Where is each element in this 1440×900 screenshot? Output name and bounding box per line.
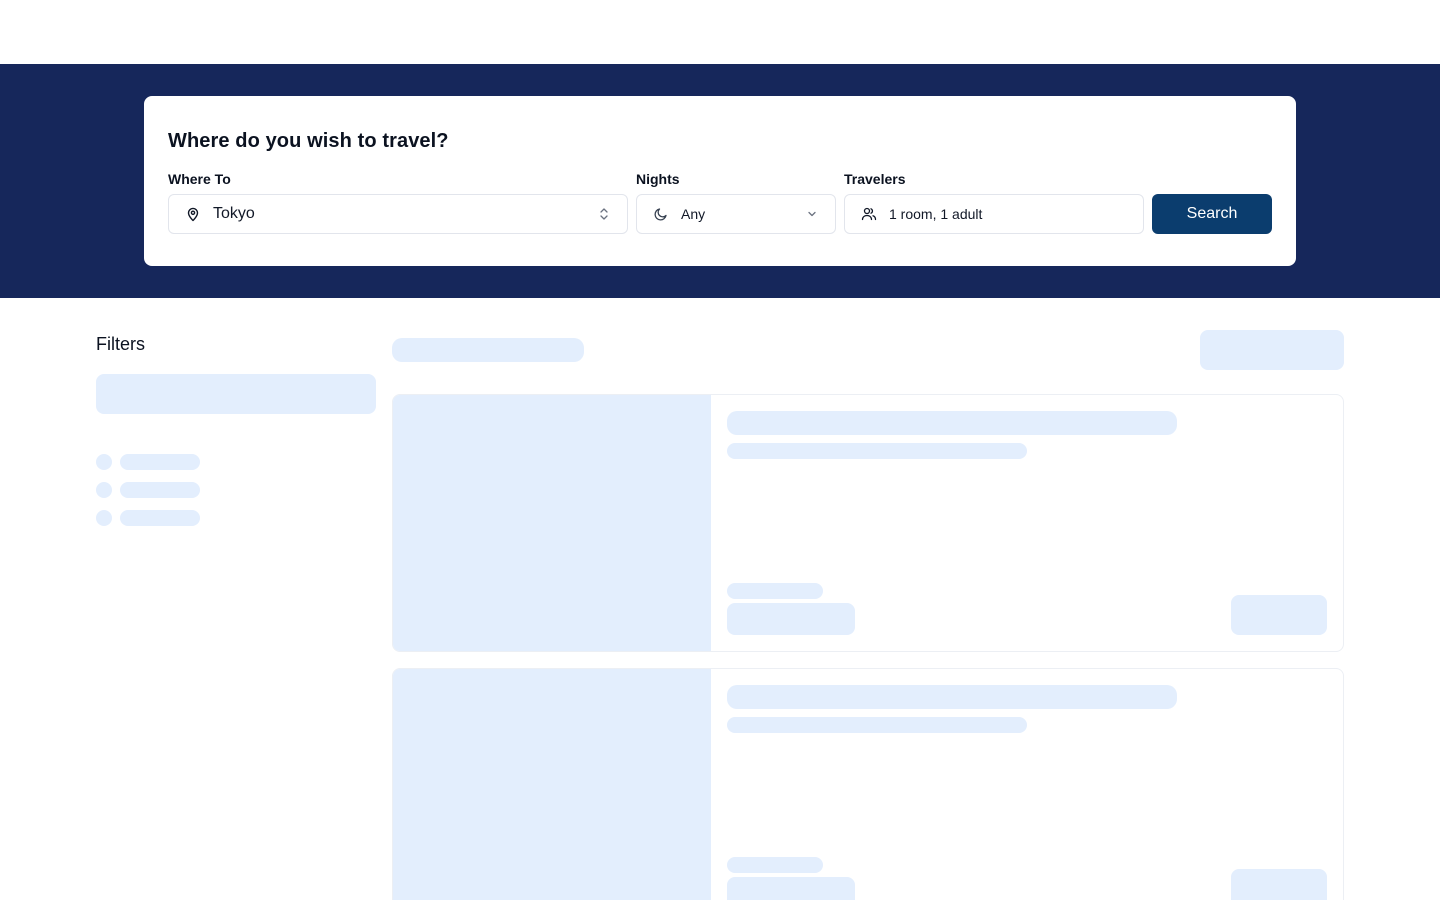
where-to-select[interactable]: Tokyo — [168, 194, 628, 234]
nights-select[interactable]: Any — [636, 194, 836, 234]
result-card-skeleton — [392, 394, 1344, 652]
where-to-group: Where To Tokyo — [168, 170, 628, 234]
moon-icon — [653, 206, 669, 222]
where-to-label: Where To — [168, 171, 231, 187]
travelers-group: Travelers 1 room, 1 adult — [844, 170, 1144, 234]
travelers-value: 1 room, 1 adult — [889, 206, 983, 222]
chevron-up-down-icon — [597, 207, 611, 221]
result-button-skeleton — [1231, 595, 1327, 635]
travelers-label: Travelers — [844, 171, 906, 187]
map-pin-icon — [185, 206, 201, 222]
result-image-skeleton — [393, 669, 711, 900]
filter-skeleton-dot — [96, 510, 112, 526]
sort-skeleton — [1200, 330, 1344, 370]
result-label-skeleton — [727, 857, 823, 873]
result-image-skeleton — [393, 395, 711, 651]
filter-skeleton-line — [120, 510, 200, 526]
chevron-down-icon — [805, 207, 819, 221]
result-subtitle-skeleton — [727, 443, 1027, 459]
where-to-value: Tokyo — [213, 205, 255, 222]
result-button-skeleton — [1231, 869, 1327, 900]
search-button[interactable]: Search — [1152, 194, 1272, 234]
filter-skeleton-dot — [96, 482, 112, 498]
result-price-skeleton — [727, 877, 855, 900]
result-title-skeleton — [727, 685, 1177, 709]
filters-title: Filters — [96, 334, 145, 354]
nights-value: Any — [681, 206, 706, 222]
result-card-skeleton — [392, 668, 1344, 900]
result-label-skeleton — [727, 583, 823, 599]
users-icon — [861, 206, 877, 222]
result-price-skeleton — [727, 603, 855, 635]
search-title: Where do you wish to travel? — [168, 130, 449, 152]
results-area: Filters — [0, 298, 1440, 900]
travelers-select[interactable]: 1 room, 1 adult — [844, 194, 1144, 234]
nights-label: Nights — [636, 171, 680, 187]
result-subtitle-skeleton — [727, 717, 1027, 733]
filter-skeleton-line — [120, 454, 200, 470]
result-title-skeleton — [727, 411, 1177, 435]
top-bar — [0, 0, 1440, 64]
results-count-skeleton — [392, 338, 584, 362]
filter-skeleton-block — [96, 374, 376, 414]
filter-skeleton-dot — [96, 454, 112, 470]
filter-skeleton-line — [120, 482, 200, 498]
search-card: Where do you wish to travel? Where To To… — [144, 96, 1296, 266]
search-hero: Where do you wish to travel? Where To To… — [0, 64, 1440, 298]
search-fields: Where To Tokyo Nights Any Travelers 1 ro… — [168, 170, 1272, 234]
nights-group: Nights Any — [636, 170, 836, 234]
